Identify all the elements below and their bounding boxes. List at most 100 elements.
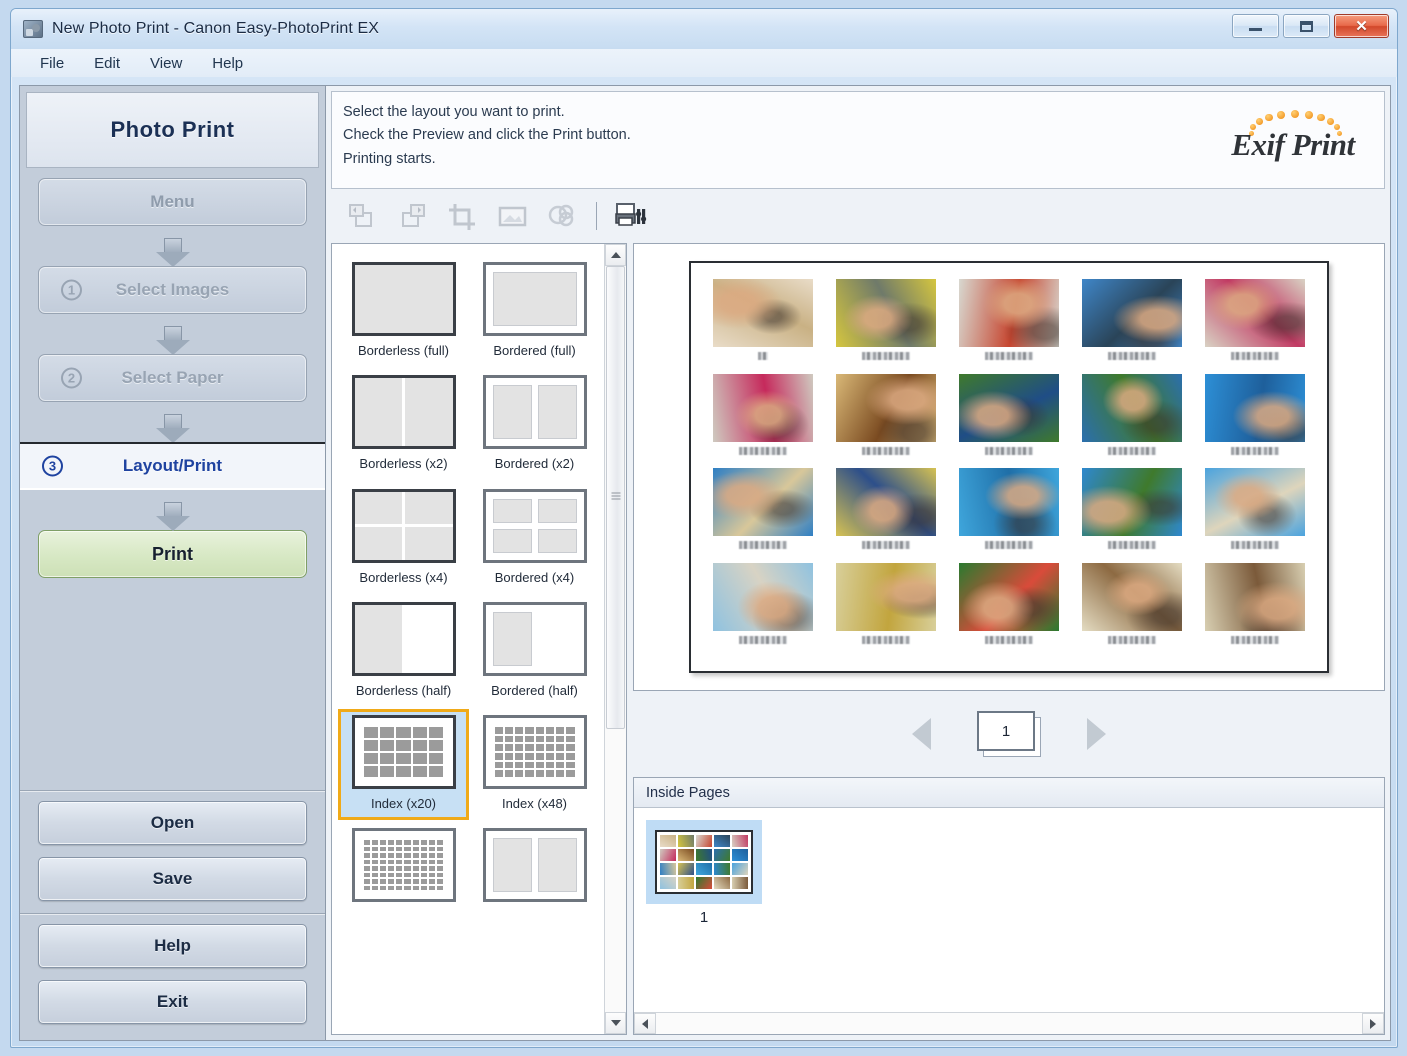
hscroll-right-button[interactable]: [1362, 1013, 1384, 1034]
index-cell: [556, 744, 565, 751]
preview-photo[interactable]: [958, 373, 1059, 442]
preview-photo-cell[interactable]: [1073, 562, 1190, 656]
hscroll-left-button[interactable]: [634, 1013, 656, 1034]
next-page-button[interactable]: [1087, 718, 1106, 750]
layout-item-bordered-x4[interactable]: Bordered (x4): [469, 483, 600, 594]
preview-photo-cell[interactable]: [951, 468, 1068, 561]
preview-photo[interactable]: [958, 562, 1059, 631]
preview-photo-cell[interactable]: [951, 373, 1068, 467]
layout-list-scrollbar[interactable]: [604, 244, 626, 1034]
open-button[interactable]: Open: [38, 801, 307, 845]
menu-view[interactable]: View: [137, 52, 195, 75]
sidebar-item-menu[interactable]: Menu: [38, 178, 307, 226]
preview-photo-cell[interactable]: [705, 562, 822, 656]
preview-photo[interactable]: [1204, 562, 1305, 631]
scroll-down-button[interactable]: [605, 1012, 626, 1034]
preview-photo[interactable]: [1081, 279, 1182, 347]
sidebar-item-layout-print[interactable]: 3 Layout/Print: [20, 442, 325, 490]
preview-photo[interactable]: [836, 468, 937, 536]
layout-item-index-x80[interactable]: [338, 822, 469, 917]
print-settings-icon[interactable]: [609, 196, 653, 236]
preview-photo[interactable]: [1081, 562, 1182, 631]
preview-photo[interactable]: [713, 279, 814, 347]
menu-edit[interactable]: Edit: [81, 52, 133, 75]
rotate-left-icon[interactable]: [340, 196, 384, 236]
preview-photo-cell[interactable]: [1196, 468, 1313, 561]
preview-photo-cell[interactable]: [1196, 373, 1313, 467]
preview-photo[interactable]: [713, 373, 814, 442]
preview-photo-cell[interactable]: [705, 468, 822, 561]
save-button[interactable]: Save: [38, 857, 307, 901]
previous-page-button[interactable]: [912, 718, 931, 750]
exit-button[interactable]: Exit: [38, 980, 307, 1024]
sidebar-item-select-images[interactable]: 1 Select Images: [38, 266, 307, 314]
minimize-button[interactable]: [1232, 14, 1279, 38]
preview-photo-cell[interactable]: [828, 373, 945, 467]
index-cell: [429, 740, 444, 751]
scroll-thumb[interactable]: [606, 266, 625, 729]
layout-item-bordered-x2[interactable]: Bordered (x2): [469, 369, 600, 480]
index-cell: [504, 752, 513, 760]
inside-pages-hscrollbar[interactable]: [634, 1012, 1384, 1034]
page-thumbnail-item[interactable]: 1: [646, 820, 762, 1012]
preview-photo[interactable]: [1204, 468, 1305, 536]
preview-photo[interactable]: [713, 468, 814, 536]
preview-photo-caption: [1107, 352, 1156, 360]
print-button[interactable]: Print: [38, 530, 307, 578]
preview-photo[interactable]: [713, 562, 814, 631]
preview-photo-cell[interactable]: [951, 279, 1068, 372]
image-correct-icon[interactable]: [490, 196, 534, 236]
instruction-box: Select the layout you want to print. Che…: [331, 91, 1385, 189]
preview-photo-cell[interactable]: [828, 562, 945, 656]
layout-item-borderless-full[interactable]: Borderless (full): [338, 256, 469, 367]
help-button[interactable]: Help: [38, 924, 307, 968]
maximize-button[interactable]: [1283, 14, 1330, 38]
preview-photo[interactable]: [1081, 373, 1182, 442]
current-page-indicator[interactable]: 1: [977, 711, 1041, 757]
layout-item-borderless-half[interactable]: Borderless (half): [338, 596, 469, 707]
preview-photo-cell[interactable]: [1073, 468, 1190, 561]
preview-sheet[interactable]: [689, 261, 1329, 673]
index-cell: [420, 853, 428, 858]
crop-icon[interactable]: [440, 196, 484, 236]
layout-item-index-x20[interactable]: Index (x20): [338, 709, 469, 821]
preview-photo[interactable]: [836, 279, 937, 347]
layout-item-bordered-full[interactable]: Bordered (full): [469, 256, 600, 367]
preview-photo[interactable]: [1081, 468, 1182, 536]
layout-item-extra-x2[interactable]: [469, 822, 600, 917]
preview-photo-cell[interactable]: [705, 279, 822, 372]
scroll-track[interactable]: [605, 266, 626, 1012]
preview-photo[interactable]: [836, 562, 937, 631]
layout-item-bordered-half[interactable]: Bordered (half): [469, 596, 600, 707]
exif-logo-text: Exif Print: [1231, 127, 1355, 162]
rotate-right-icon[interactable]: [390, 196, 434, 236]
preview-photo-cell[interactable]: [828, 279, 945, 372]
index-cell: [412, 872, 419, 878]
preview-photo[interactable]: [958, 279, 1059, 347]
index-cell: [566, 744, 575, 751]
sidebar-item-select-paper[interactable]: 2 Select Paper: [38, 354, 307, 402]
preview-photo-cell[interactable]: [828, 468, 945, 561]
preview-photo-cell[interactable]: [1196, 279, 1313, 372]
preview-photo[interactable]: [1204, 279, 1305, 347]
preview-photo[interactable]: [836, 373, 937, 442]
preview-photo[interactable]: [958, 468, 1059, 536]
preview-photo-cell[interactable]: [951, 562, 1068, 656]
menu-help[interactable]: Help: [199, 52, 256, 75]
close-button[interactable]: ✕: [1334, 14, 1389, 38]
preview-photo-cell[interactable]: [1073, 373, 1190, 467]
layout-item-index-x48[interactable]: Index (x48): [469, 709, 600, 820]
index-cell: [363, 727, 378, 738]
menu-file[interactable]: File: [27, 52, 77, 75]
preview-photo[interactable]: [1204, 373, 1305, 442]
preview-photo-cell[interactable]: [1073, 279, 1190, 372]
layout-item-borderless-x4[interactable]: Borderless (x4): [338, 483, 469, 594]
color-adjust-icon[interactable]: [540, 196, 584, 236]
preview-photo-cell[interactable]: [705, 373, 822, 467]
index-cell: [504, 770, 513, 777]
preview-photo-cell[interactable]: [1196, 562, 1313, 656]
index-cell: [494, 735, 503, 743]
scroll-up-button[interactable]: [605, 244, 626, 266]
hscroll-track[interactable]: [656, 1013, 1362, 1034]
layout-item-borderless-x2[interactable]: Borderless (x2): [338, 369, 469, 480]
